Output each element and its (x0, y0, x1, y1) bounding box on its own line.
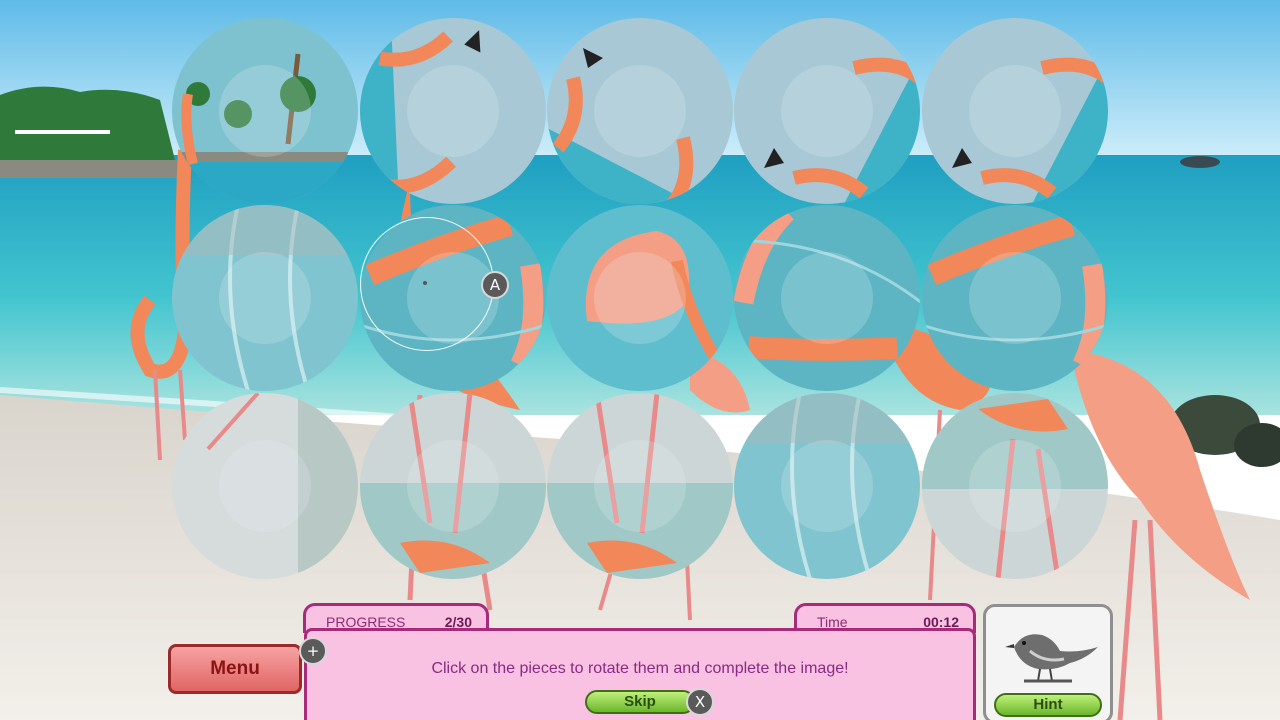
hint-panel: Hint (983, 604, 1113, 720)
puzzle-piece-r1c2[interactable] (360, 18, 546, 204)
piece-inner-ring[interactable] (969, 440, 1061, 532)
piece-inner-ring[interactable] (219, 65, 311, 157)
puzzle-piece-r1c3[interactable] (547, 18, 733, 204)
puzzle-piece-r3c5[interactable] (922, 393, 1108, 579)
menu-button[interactable]: Menu (168, 644, 302, 694)
skip-button[interactable]: Skip (585, 690, 695, 714)
puzzle-piece-r3c3[interactable] (547, 393, 733, 579)
plus-icon[interactable]: + (299, 637, 327, 665)
piece-inner-ring[interactable] (407, 65, 499, 157)
puzzle-piece-r2c5[interactable] (922, 205, 1108, 391)
piece-inner-ring[interactable] (594, 252, 686, 344)
puzzle-piece-r3c4[interactable] (734, 393, 920, 579)
puzzle-piece-r3c2[interactable] (360, 393, 546, 579)
puzzle-piece-r2c3[interactable] (547, 205, 733, 391)
instruction-text: Click on the pieces to rotate them and c… (431, 660, 849, 677)
puzzle-piece-r2c4[interactable] (734, 205, 920, 391)
piece-inner-ring[interactable] (781, 440, 873, 532)
piece-inner-ring[interactable] (781, 65, 873, 157)
piece-inner-ring[interactable] (219, 440, 311, 532)
piece-inner-ring[interactable] (219, 252, 311, 344)
piece-inner-ring[interactable] (594, 65, 686, 157)
piece-inner-ring[interactable] (969, 65, 1061, 157)
puzzle-piece-r3c1[interactable] (172, 393, 358, 579)
pointer-dot (423, 281, 427, 285)
selection-cursor (360, 217, 494, 351)
piece-inner-ring[interactable] (407, 440, 499, 532)
puzzle-piece-r1c1[interactable] (172, 18, 358, 204)
puzzle-piece-r2c1[interactable] (172, 205, 358, 391)
piece-inner-ring[interactable] (969, 252, 1061, 344)
piece-inner-ring[interactable] (781, 252, 873, 344)
bird-icon (1005, 634, 1098, 683)
piece-inner-ring[interactable] (594, 440, 686, 532)
puzzle-piece-r1c4[interactable] (734, 18, 920, 204)
close-icon[interactable]: X (686, 688, 714, 716)
puzzle-piece-r1c5[interactable] (922, 18, 1108, 204)
hint-button[interactable]: Hint (994, 693, 1102, 717)
a-button-icon[interactable]: A (481, 271, 509, 299)
